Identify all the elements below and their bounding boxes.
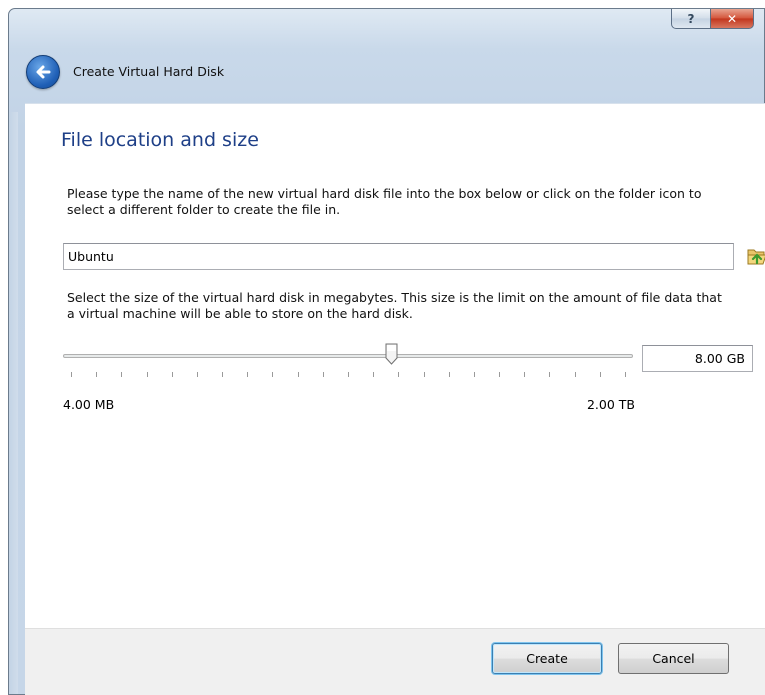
- window-title: Create Virtual Hard Disk: [73, 64, 225, 79]
- create-button[interactable]: Create: [492, 643, 602, 674]
- slider-tick: [121, 372, 123, 377]
- slider-tick: [499, 372, 501, 377]
- size-description: Select the size of the virtual hard disk…: [67, 290, 722, 321]
- slider-thumb[interactable]: [385, 343, 398, 365]
- close-button[interactable]: ✕: [711, 9, 754, 29]
- slider-tick: [348, 372, 349, 377]
- slider-tick: [297, 372, 299, 377]
- size-slider[interactable]: [63, 340, 633, 380]
- slider-tick: [625, 372, 626, 377]
- window-border-left: [9, 112, 18, 694]
- slider-track: [63, 354, 633, 358]
- slider-tick: [398, 372, 400, 377]
- slider-tick: [71, 372, 72, 377]
- slider-tick: [171, 372, 173, 377]
- wizard-page: File location and size Please type the n…: [25, 103, 765, 628]
- slider-tick: [524, 372, 526, 377]
- slider-tick: [146, 372, 148, 377]
- size-min-label: 4.00 MB: [63, 397, 115, 412]
- slider-tick: [549, 372, 551, 377]
- caption-buttons: ? ✕: [671, 9, 754, 29]
- slider-tick: [247, 372, 249, 377]
- choose-folder-button[interactable]: [745, 245, 765, 267]
- slider-tick: [574, 372, 576, 377]
- file-name-input[interactable]: [63, 243, 734, 270]
- button-bar: Create Cancel: [25, 628, 765, 695]
- slider-tick: [448, 372, 450, 377]
- slider-tick: [473, 372, 475, 377]
- folder-open-icon: [747, 249, 765, 265]
- back-arrow-icon: [36, 65, 51, 78]
- wizard-header: Create Virtual Hard Disk: [10, 40, 757, 103]
- slider-tick: [373, 372, 375, 377]
- slider-tick: [599, 372, 601, 377]
- help-button[interactable]: ?: [671, 9, 711, 29]
- slider-tick: [196, 372, 198, 377]
- slider-tick: [222, 372, 224, 377]
- page-title: File location and size: [61, 129, 259, 151]
- slider-tick: [322, 372, 324, 377]
- cancel-button[interactable]: Cancel: [618, 643, 729, 674]
- slider-tick: [423, 372, 425, 377]
- slider-tick: [272, 372, 274, 377]
- location-description: Please type the name of the new virtual …: [67, 186, 702, 217]
- size-max-label: 2.00 TB: [586, 397, 635, 412]
- size-input[interactable]: [642, 345, 753, 372]
- back-button[interactable]: [26, 54, 60, 89]
- slider-tick: [96, 372, 98, 377]
